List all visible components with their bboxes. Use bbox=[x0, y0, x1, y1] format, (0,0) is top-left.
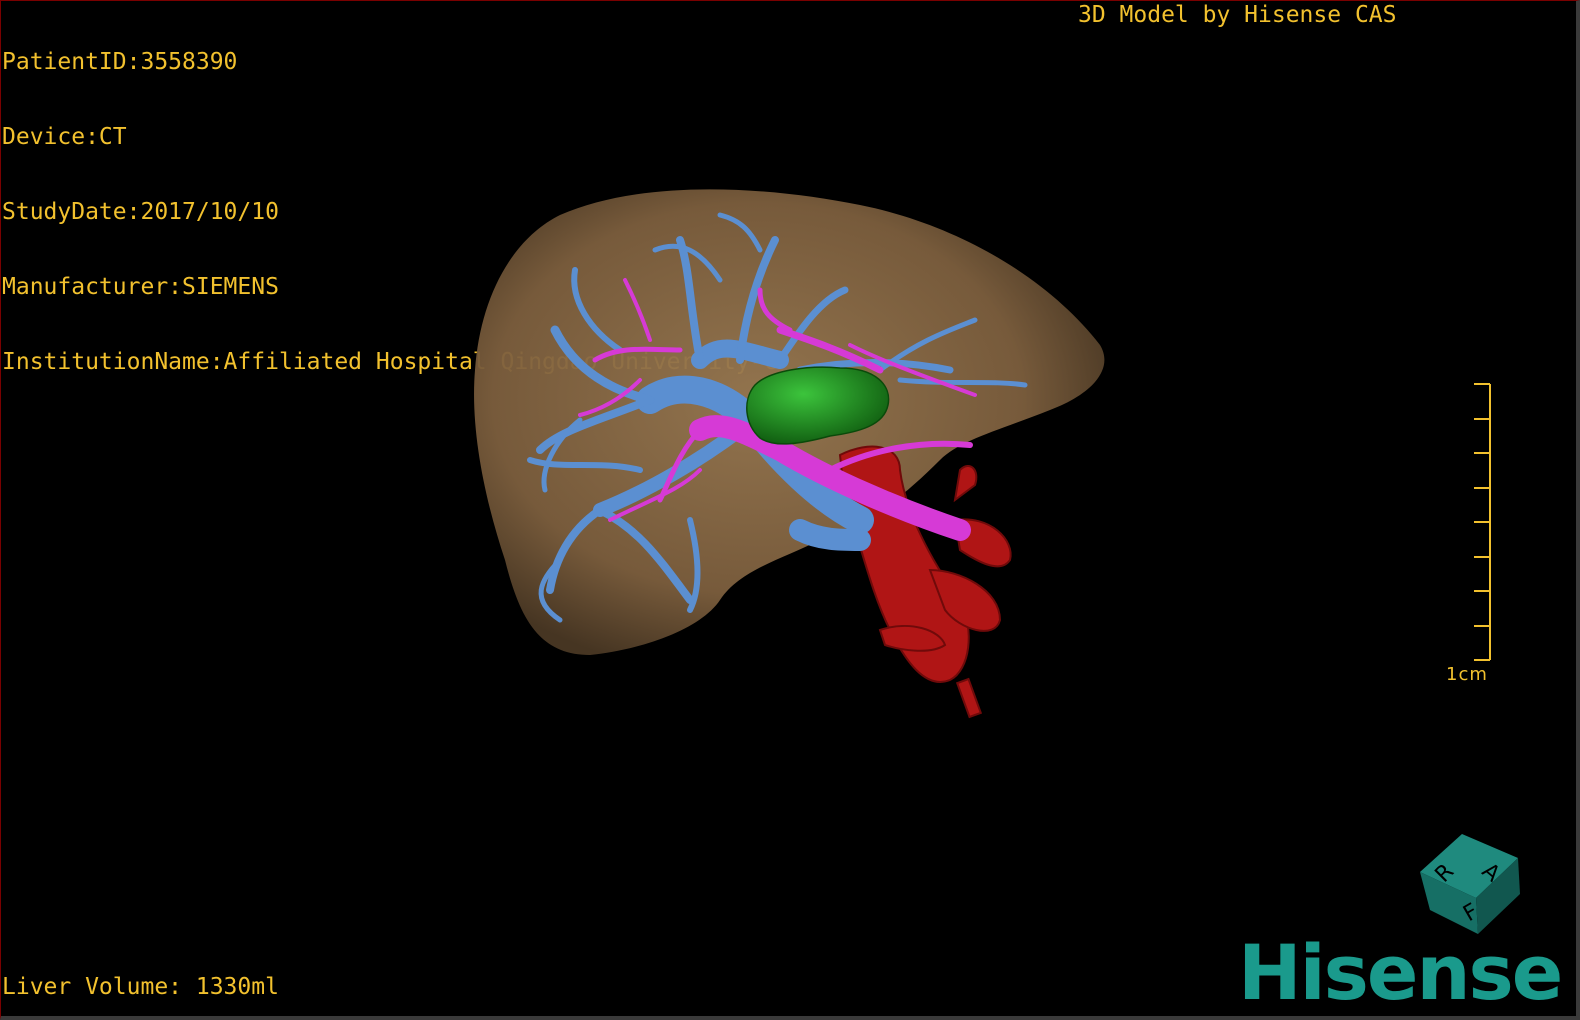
scale-bar-label: 1cm bbox=[1446, 664, 1488, 685]
3d-viewport[interactable]: R A F bbox=[0, 0, 1580, 1020]
orientation-cube[interactable]: R A F bbox=[1420, 834, 1520, 934]
scale-bar bbox=[1474, 383, 1491, 661]
hisense-logo: Hisense bbox=[1238, 928, 1563, 1017]
liver-volume-text: Liver Volume: 1330ml bbox=[2, 974, 279, 1000]
